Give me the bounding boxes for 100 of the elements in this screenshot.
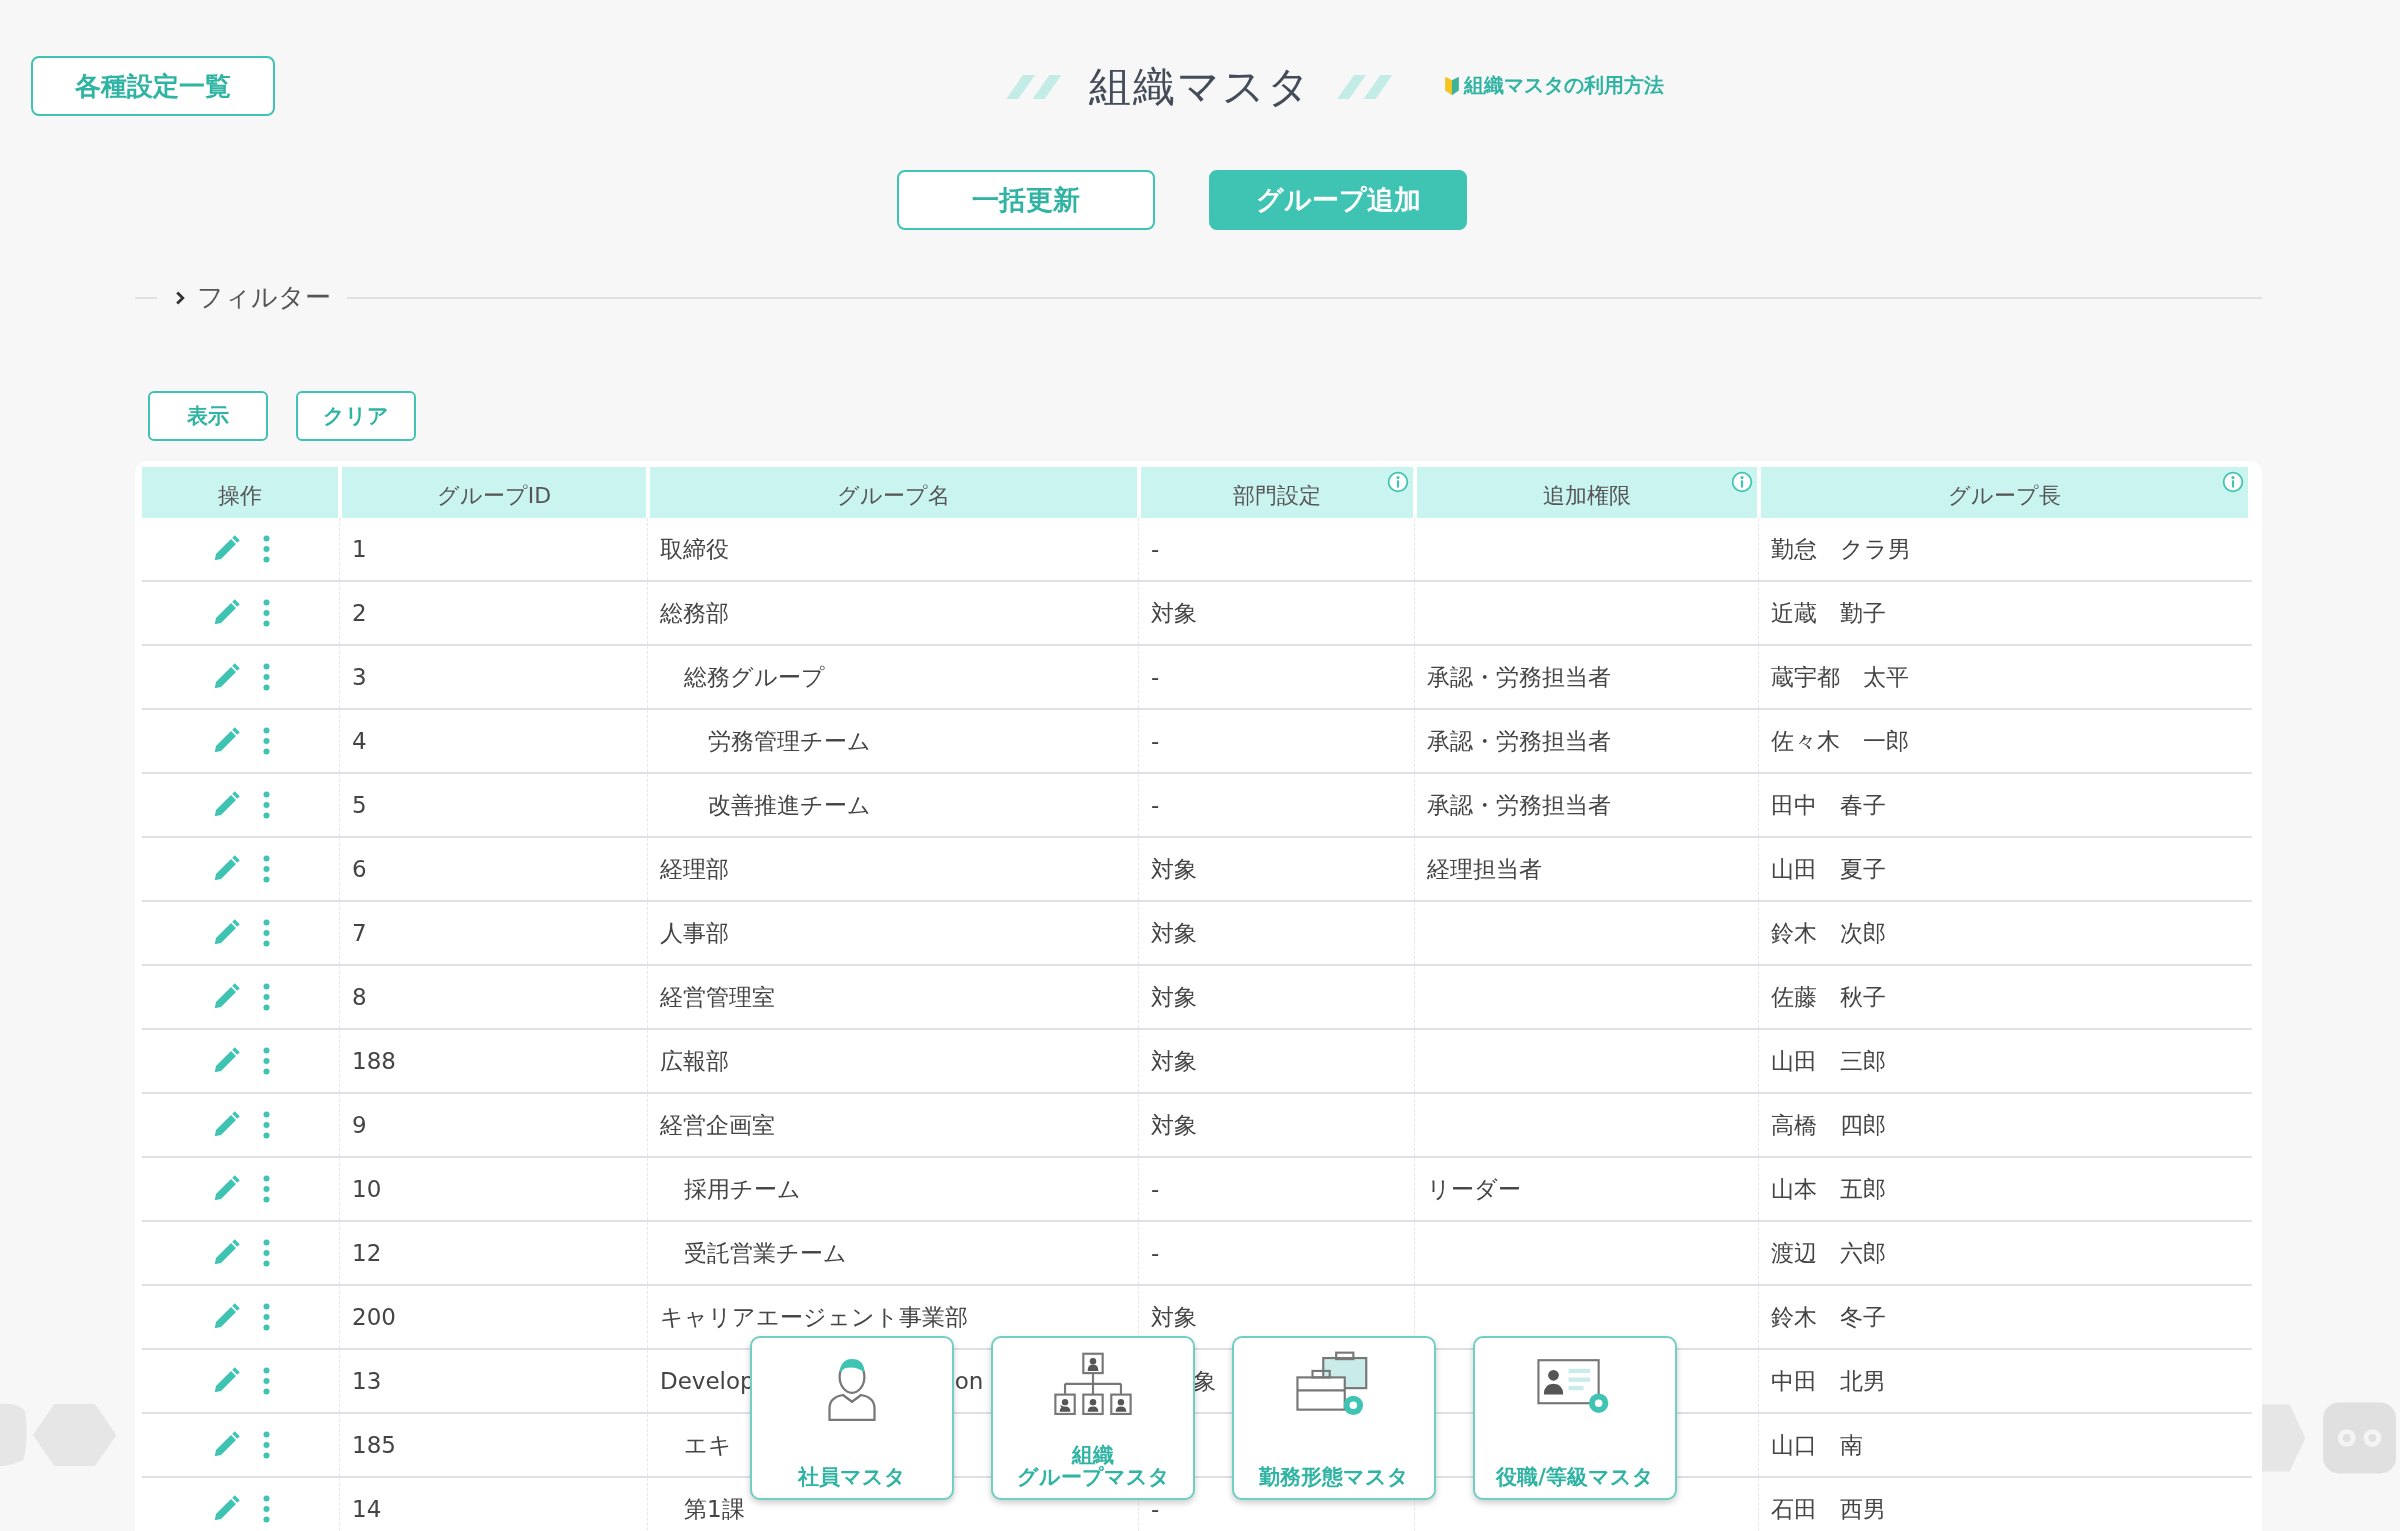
help-link[interactable]: 組織マスタの利用方法 [1444,72,1664,99]
table-cell: 6 [352,856,367,882]
table-cell-text: 第1課 [684,1494,745,1524]
more-icon[interactable] [263,855,270,883]
more-icon[interactable] [263,1495,270,1523]
info-icon[interactable] [1731,471,1753,493]
table-cell-text: 総務グループ [684,662,825,692]
table-cell: 13 [352,1368,382,1394]
table-cell: 185 [352,1432,396,1458]
filter-toggle[interactable]: フィルター [167,280,337,315]
table-cell-text: 蔵宇都 太平 [1771,662,1909,692]
column-header: 操作 [142,467,338,518]
shortcut-card[interactable]: 勤務形態マスタ [1232,1336,1436,1500]
more-icon[interactable] [263,1431,270,1459]
table-cell-text: 取締役 [660,534,729,564]
more-icon[interactable] [263,663,270,691]
table-cell: - [1151,728,1160,754]
more-icon[interactable] [263,1303,270,1331]
chevron-icon [173,290,187,305]
table-cell: on [954,1368,984,1394]
table-cell: 8 [352,984,367,1010]
table-cell: 14 [352,1496,382,1522]
table-cell-text: 経営管理室 [660,982,775,1012]
table-cell-text: 承認・労務担当者 [1427,726,1611,756]
table-cell-text: 対象 [1151,1046,1197,1076]
table-cell-text: 広報部 [660,1046,729,1076]
more-icon[interactable] [263,791,270,819]
table-cell-text: 近蔵 勤子 [1771,598,1886,628]
column-header: グループID [342,467,646,518]
table-cell-text: 対象 [1151,598,1197,628]
table-cell-text: 経理部 [660,854,729,884]
table-cell-text: 総務部 [660,598,729,628]
more-icon[interactable] [263,1111,270,1139]
more-icon[interactable] [263,983,270,1011]
table-cell-text: 人事部 [660,918,729,948]
column-header: グループ名 [650,467,1137,518]
table-cell: 9 [352,1112,367,1138]
table-cell: 200 [352,1304,396,1330]
table-cell-text: 経営企画室 [660,1110,775,1140]
table-cell: 1 [352,536,367,562]
table-cell-text: 山口 南 [1771,1430,1863,1460]
more-icon[interactable] [263,727,270,755]
filter-button[interactable]: クリア [296,391,416,441]
info-icon[interactable] [1387,471,1409,493]
more-icon[interactable] [263,599,270,627]
table-cell: - [1151,1240,1160,1266]
page-title: 組織マスタ [1088,61,1312,113]
table-cell: 3 [352,664,367,690]
table-cell-text: 勤怠 クラ男 [1771,534,1911,564]
table-cell-text: 承認・労務担当者 [1427,662,1611,692]
table-cell: 10 [352,1176,382,1202]
table-cell: - [1151,536,1160,562]
action-button[interactable]: グループ追加 [1209,170,1467,230]
action-button[interactable]: 一括更新 [897,170,1155,230]
table-cell: 7 [352,920,367,946]
table-cell: 2 [352,600,367,626]
table-cell-text: 山本 五郎 [1771,1174,1886,1204]
more-icon[interactable] [263,919,270,947]
table-cell-text: 対象 [1151,918,1197,948]
more-icon[interactable] [263,1239,270,1267]
table-cell-text: 石田 西男 [1771,1494,1886,1524]
table-cell-text: エキ [684,1430,732,1460]
table-cell-text: 受託営業チーム [684,1238,847,1268]
table-cell-text: 山田 三郎 [1771,1046,1886,1076]
table-cell: - [1151,664,1160,690]
table-cell-text: 対象 [1151,1302,1197,1332]
table-cell-text: 対象 [1151,854,1197,884]
table-cell: - [1151,1176,1160,1202]
column-header: 追加権限 [1417,467,1757,518]
table-cell-text: 中田 北男 [1771,1366,1886,1396]
shortcut-card[interactable]: 組織 グループマスタ [991,1336,1195,1500]
table-cell: 188 [352,1048,396,1074]
table-cell-text: 佐々木 一郎 [1771,726,1909,756]
filter-button[interactable]: 表示 [148,391,268,441]
table-cell: 5 [352,792,367,818]
table-cell-text: 承認・労務担当者 [1427,790,1611,820]
info-icon[interactable] [2222,471,2244,493]
shortcut-card[interactable]: 役職/等級マスタ [1473,1336,1677,1500]
table-cell-text: 鈴木 次郎 [1771,918,1886,948]
table-cell-text: 高橋 四郎 [1771,1110,1886,1140]
table-cell: 4 [352,728,367,754]
table-cell: 12 [352,1240,382,1266]
more-icon[interactable] [263,535,270,563]
table-cell-text: キャリアエージェント事業部 [660,1302,968,1332]
table-cell-text: 鈴木 冬子 [1771,1302,1886,1332]
column-header: 部門設定 [1141,467,1413,518]
table-cell-text: 労務管理チーム [708,726,871,756]
settings-list-button[interactable]: 各種設定一覧 [31,56,275,116]
table-cell: - [1151,792,1160,818]
table-cell-text: 象 [1193,1366,1216,1396]
more-icon[interactable] [263,1047,270,1075]
table-cell-text: 採用チーム [684,1174,801,1204]
table-cell-text: 対象 [1151,1110,1197,1140]
shortcut-card[interactable]: 社員マスタ [750,1336,954,1500]
beginner-mark-icon [1444,74,1460,97]
more-icon[interactable] [263,1175,270,1203]
more-icon[interactable] [263,1367,270,1395]
table-cell-text: 佐藤 秋子 [1771,982,1886,1012]
table-cell-text: 山田 夏子 [1771,854,1886,884]
table-cell-text: リーダー [1427,1174,1521,1204]
